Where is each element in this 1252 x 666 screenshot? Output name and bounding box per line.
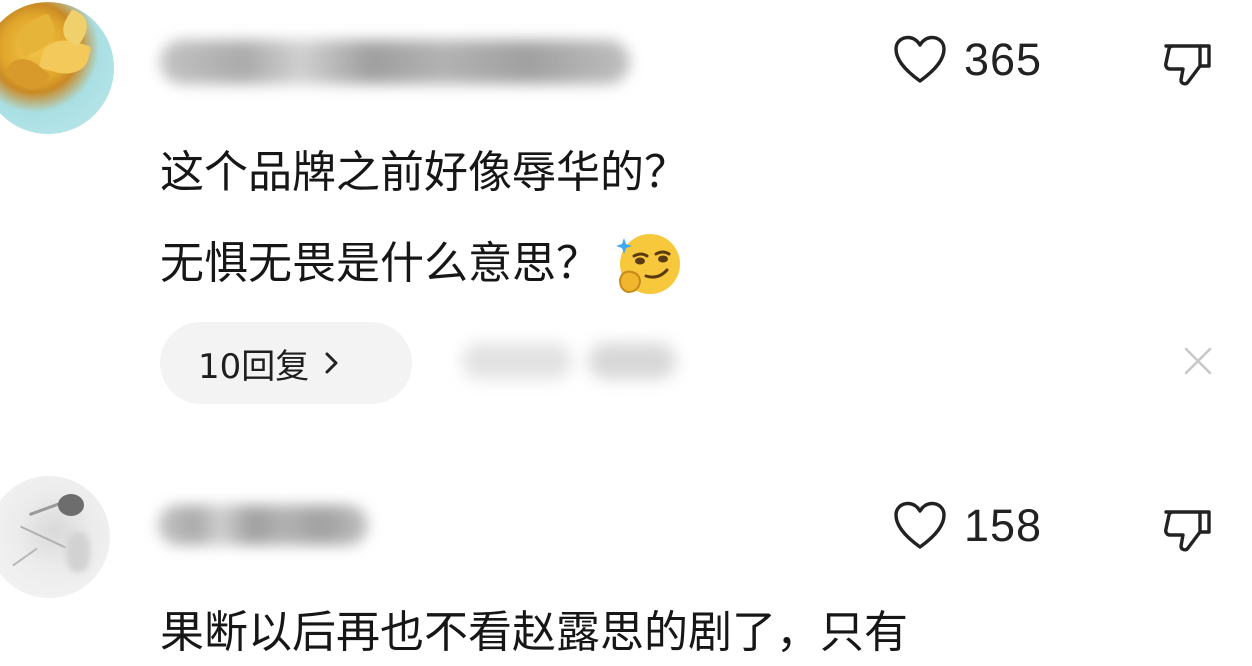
replies-label: 10回复 bbox=[198, 346, 310, 387]
username-redacted[interactable] bbox=[158, 505, 368, 545]
like-button[interactable]: 158 bbox=[892, 500, 1042, 552]
comment-text-line: 果断以后再也不看赵露思的剧了，只有 bbox=[160, 607, 908, 658]
like-count: 365 bbox=[964, 34, 1043, 85]
comment-text-line: 无惧无畏是什么意思？ bbox=[160, 238, 600, 289]
avatar[interactable] bbox=[0, 2, 114, 134]
heart-icon[interactable] bbox=[892, 500, 948, 552]
like-button[interactable]: 365 bbox=[892, 34, 1042, 86]
username-redacted[interactable] bbox=[160, 40, 630, 84]
thumbs-down-icon[interactable] bbox=[1160, 36, 1216, 92]
comment-text-row: 无惧无畏是什么意思？ bbox=[160, 228, 686, 300]
comment-text-line: 这个品牌之前好像辱华的？ bbox=[160, 147, 688, 198]
redacted-meta bbox=[588, 343, 676, 379]
avatar[interactable] bbox=[0, 476, 110, 598]
view-replies-button[interactable]: 10回复 bbox=[160, 322, 412, 404]
like-count: 158 bbox=[964, 500, 1043, 551]
close-icon[interactable] bbox=[1183, 346, 1213, 376]
smirking-thinking-emoji-icon bbox=[616, 234, 680, 294]
redacted-meta bbox=[462, 343, 572, 379]
heart-icon[interactable] bbox=[892, 34, 948, 86]
thumbs-down-icon[interactable] bbox=[1160, 502, 1216, 558]
chevron-right-icon bbox=[325, 352, 338, 374]
